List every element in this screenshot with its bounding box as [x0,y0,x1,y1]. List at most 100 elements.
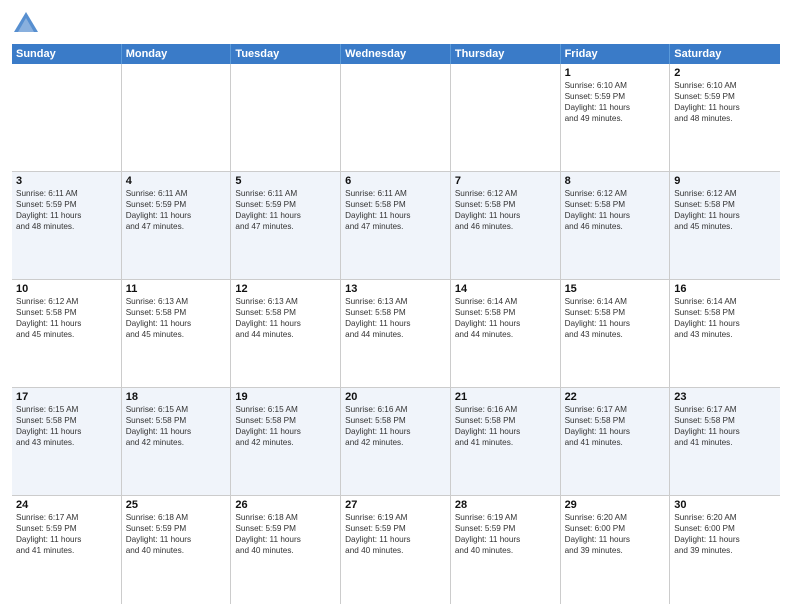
day-number: 30 [674,499,776,511]
day-info: Sunrise: 6:14 AM Sunset: 5:58 PM Dayligh… [565,296,666,340]
day-cell-27: 27Sunrise: 6:19 AM Sunset: 5:59 PM Dayli… [341,496,451,604]
day-number: 29 [565,499,666,511]
header-day-friday: Friday [561,44,671,64]
header [12,10,780,38]
logo [12,10,42,38]
day-cell-1: 1Sunrise: 6:10 AM Sunset: 5:59 PM Daylig… [561,64,671,171]
day-number: 15 [565,283,666,295]
empty-cell-w0c1 [122,64,232,171]
day-number: 20 [345,391,446,403]
day-number: 27 [345,499,446,511]
day-number: 2 [674,67,776,79]
day-number: 13 [345,283,446,295]
calendar: SundayMondayTuesdayWednesdayThursdayFrid… [12,44,780,604]
day-info: Sunrise: 6:11 AM Sunset: 5:59 PM Dayligh… [16,188,117,232]
day-info: Sunrise: 6:10 AM Sunset: 5:59 PM Dayligh… [674,80,776,124]
day-info: Sunrise: 6:15 AM Sunset: 5:58 PM Dayligh… [235,404,336,448]
day-cell-6: 6Sunrise: 6:11 AM Sunset: 5:58 PM Daylig… [341,172,451,279]
day-cell-3: 3Sunrise: 6:11 AM Sunset: 5:59 PM Daylig… [12,172,122,279]
header-day-wednesday: Wednesday [341,44,451,64]
empty-cell-w0c0 [12,64,122,171]
day-cell-20: 20Sunrise: 6:16 AM Sunset: 5:58 PM Dayli… [341,388,451,495]
day-cell-30: 30Sunrise: 6:20 AM Sunset: 6:00 PM Dayli… [670,496,780,604]
day-cell-4: 4Sunrise: 6:11 AM Sunset: 5:59 PM Daylig… [122,172,232,279]
day-info: Sunrise: 6:15 AM Sunset: 5:58 PM Dayligh… [126,404,227,448]
week-row-3: 10Sunrise: 6:12 AM Sunset: 5:58 PM Dayli… [12,280,780,388]
day-info: Sunrise: 6:18 AM Sunset: 5:59 PM Dayligh… [126,512,227,556]
day-info: Sunrise: 6:13 AM Sunset: 5:58 PM Dayligh… [126,296,227,340]
day-info: Sunrise: 6:13 AM Sunset: 5:58 PM Dayligh… [345,296,446,340]
day-cell-24: 24Sunrise: 6:17 AM Sunset: 5:59 PM Dayli… [12,496,122,604]
week-row-4: 17Sunrise: 6:15 AM Sunset: 5:58 PM Dayli… [12,388,780,496]
day-cell-18: 18Sunrise: 6:15 AM Sunset: 5:58 PM Dayli… [122,388,232,495]
day-info: Sunrise: 6:12 AM Sunset: 5:58 PM Dayligh… [565,188,666,232]
day-cell-9: 9Sunrise: 6:12 AM Sunset: 5:58 PM Daylig… [670,172,780,279]
logo-icon [12,10,40,38]
day-info: Sunrise: 6:17 AM Sunset: 5:58 PM Dayligh… [565,404,666,448]
day-info: Sunrise: 6:18 AM Sunset: 5:59 PM Dayligh… [235,512,336,556]
header-day-monday: Monday [122,44,232,64]
day-info: Sunrise: 6:12 AM Sunset: 5:58 PM Dayligh… [16,296,117,340]
day-number: 1 [565,67,666,79]
day-number: 28 [455,499,556,511]
day-number: 22 [565,391,666,403]
header-day-saturday: Saturday [670,44,780,64]
day-number: 23 [674,391,776,403]
day-number: 21 [455,391,556,403]
day-info: Sunrise: 6:15 AM Sunset: 5:58 PM Dayligh… [16,404,117,448]
header-day-tuesday: Tuesday [231,44,341,64]
day-number: 16 [674,283,776,295]
day-info: Sunrise: 6:17 AM Sunset: 5:58 PM Dayligh… [674,404,776,448]
day-info: Sunrise: 6:16 AM Sunset: 5:58 PM Dayligh… [455,404,556,448]
empty-cell-w0c4 [451,64,561,171]
empty-cell-w0c2 [231,64,341,171]
day-info: Sunrise: 6:20 AM Sunset: 6:00 PM Dayligh… [674,512,776,556]
day-number: 12 [235,283,336,295]
day-info: Sunrise: 6:13 AM Sunset: 5:58 PM Dayligh… [235,296,336,340]
day-number: 3 [16,175,117,187]
day-cell-15: 15Sunrise: 6:14 AM Sunset: 5:58 PM Dayli… [561,280,671,387]
day-cell-29: 29Sunrise: 6:20 AM Sunset: 6:00 PM Dayli… [561,496,671,604]
day-cell-2: 2Sunrise: 6:10 AM Sunset: 5:59 PM Daylig… [670,64,780,171]
day-number: 9 [674,175,776,187]
day-cell-13: 13Sunrise: 6:13 AM Sunset: 5:58 PM Dayli… [341,280,451,387]
day-number: 18 [126,391,227,403]
week-row-1: 1Sunrise: 6:10 AM Sunset: 5:59 PM Daylig… [12,64,780,172]
day-info: Sunrise: 6:19 AM Sunset: 5:59 PM Dayligh… [345,512,446,556]
day-number: 14 [455,283,556,295]
day-info: Sunrise: 6:12 AM Sunset: 5:58 PM Dayligh… [674,188,776,232]
day-cell-23: 23Sunrise: 6:17 AM Sunset: 5:58 PM Dayli… [670,388,780,495]
day-number: 26 [235,499,336,511]
day-cell-16: 16Sunrise: 6:14 AM Sunset: 5:58 PM Dayli… [670,280,780,387]
calendar-header: SundayMondayTuesdayWednesdayThursdayFrid… [12,44,780,64]
day-cell-17: 17Sunrise: 6:15 AM Sunset: 5:58 PM Dayli… [12,388,122,495]
day-info: Sunrise: 6:11 AM Sunset: 5:58 PM Dayligh… [345,188,446,232]
day-number: 19 [235,391,336,403]
week-row-2: 3Sunrise: 6:11 AM Sunset: 5:59 PM Daylig… [12,172,780,280]
day-cell-7: 7Sunrise: 6:12 AM Sunset: 5:58 PM Daylig… [451,172,561,279]
day-info: Sunrise: 6:11 AM Sunset: 5:59 PM Dayligh… [126,188,227,232]
day-cell-19: 19Sunrise: 6:15 AM Sunset: 5:58 PM Dayli… [231,388,341,495]
day-info: Sunrise: 6:10 AM Sunset: 5:59 PM Dayligh… [565,80,666,124]
day-cell-14: 14Sunrise: 6:14 AM Sunset: 5:58 PM Dayli… [451,280,561,387]
day-number: 4 [126,175,227,187]
day-number: 8 [565,175,666,187]
day-cell-21: 21Sunrise: 6:16 AM Sunset: 5:58 PM Dayli… [451,388,561,495]
day-number: 6 [345,175,446,187]
day-info: Sunrise: 6:16 AM Sunset: 5:58 PM Dayligh… [345,404,446,448]
day-number: 10 [16,283,117,295]
day-cell-8: 8Sunrise: 6:12 AM Sunset: 5:58 PM Daylig… [561,172,671,279]
day-cell-22: 22Sunrise: 6:17 AM Sunset: 5:58 PM Dayli… [561,388,671,495]
day-number: 17 [16,391,117,403]
day-info: Sunrise: 6:20 AM Sunset: 6:00 PM Dayligh… [565,512,666,556]
day-info: Sunrise: 6:14 AM Sunset: 5:58 PM Dayligh… [674,296,776,340]
day-cell-5: 5Sunrise: 6:11 AM Sunset: 5:59 PM Daylig… [231,172,341,279]
empty-cell-w0c3 [341,64,451,171]
day-info: Sunrise: 6:14 AM Sunset: 5:58 PM Dayligh… [455,296,556,340]
day-number: 24 [16,499,117,511]
day-number: 25 [126,499,227,511]
day-info: Sunrise: 6:11 AM Sunset: 5:59 PM Dayligh… [235,188,336,232]
day-cell-25: 25Sunrise: 6:18 AM Sunset: 5:59 PM Dayli… [122,496,232,604]
day-info: Sunrise: 6:19 AM Sunset: 5:59 PM Dayligh… [455,512,556,556]
day-number: 5 [235,175,336,187]
